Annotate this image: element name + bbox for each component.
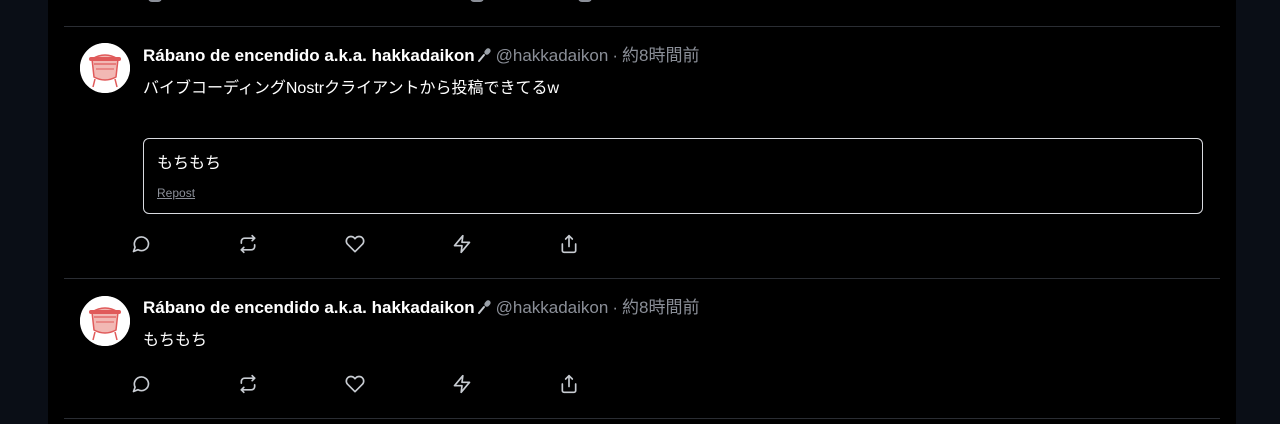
reply-icon: [132, 236, 150, 253]
share-button[interactable]: [557, 372, 581, 396]
post-item[interactable]: Rábano de encendido a.k.a. hakkadaikon @h…: [64, 279, 1220, 418]
separator: ·: [612, 298, 618, 317]
reply-button[interactable]: [129, 232, 153, 256]
repost-button[interactable]: [236, 232, 260, 256]
avatar[interactable]: [80, 43, 130, 93]
like-button[interactable]: [343, 232, 367, 256]
author-handle[interactable]: @hakkadaikon: [496, 298, 609, 317]
post-content: バイブコーディングNostrクライアントから投稿できてるw: [143, 80, 560, 97]
share-icon: [561, 234, 577, 254]
microphone-icon: [477, 48, 491, 62]
reply-button[interactable]: [129, 372, 153, 396]
microphone-icon: [477, 300, 491, 314]
post-header: Rábano de encendido a.k.a. hakkadaikon @h…: [143, 44, 699, 68]
post-item[interactable]: Rábano de encendido a.k.a. hakkadaikon @h…: [64, 27, 1220, 278]
avatar[interactable]: [80, 296, 130, 346]
post-timestamp[interactable]: 約8時間前: [622, 46, 699, 65]
right-gutter: [1236, 0, 1280, 424]
repost-icon: [240, 234, 256, 254]
separator: ·: [612, 46, 618, 65]
previous-post-actions: [148, 0, 608, 4]
like-button[interactable]: [343, 372, 367, 396]
zap-icon: [453, 374, 471, 394]
post-header: Rábano de encendido a.k.a. hakkadaikon @h…: [143, 296, 699, 320]
share-icon: [561, 374, 577, 394]
quoted-post[interactable]: もちもち Repost: [143, 138, 1203, 214]
share-icon[interactable]: [578, 0, 592, 2]
post-timestamp[interactable]: 約8時間前: [622, 298, 699, 317]
zap-button[interactable]: [450, 232, 474, 256]
quoted-post-text: もちもち: [157, 155, 222, 172]
author-handle[interactable]: @hakkadaikon: [496, 46, 609, 65]
share-button[interactable]: [557, 232, 581, 256]
post-content: もちもち: [143, 332, 208, 349]
repost-link[interactable]: Repost: [157, 186, 195, 200]
zap-icon: [453, 234, 471, 254]
page: Rábano de encendido a.k.a. hakkadaikon @h…: [0, 0, 1280, 424]
zap-icon[interactable]: [470, 0, 484, 2]
repost-button[interactable]: [236, 372, 260, 396]
post-actions: [132, 232, 603, 256]
avatar-image: [80, 43, 130, 93]
zap-button[interactable]: [450, 372, 474, 396]
repost-icon: [240, 374, 256, 394]
author-display-name[interactable]: Rábano de encendido a.k.a. hakkadaikon: [143, 46, 475, 65]
timeline-feed[interactable]: Rábano de encendido a.k.a. hakkadaikon @h…: [48, 0, 1236, 424]
reply-icon[interactable]: [148, 0, 162, 2]
like-icon: [345, 375, 365, 393]
author-display-name[interactable]: Rábano de encendido a.k.a. hakkadaikon: [143, 298, 475, 317]
reply-icon: [132, 376, 150, 393]
like-icon: [345, 235, 365, 253]
post-actions: [132, 372, 603, 396]
left-gutter: [0, 0, 48, 424]
post-divider: [64, 418, 1220, 419]
avatar-image: [80, 296, 130, 346]
